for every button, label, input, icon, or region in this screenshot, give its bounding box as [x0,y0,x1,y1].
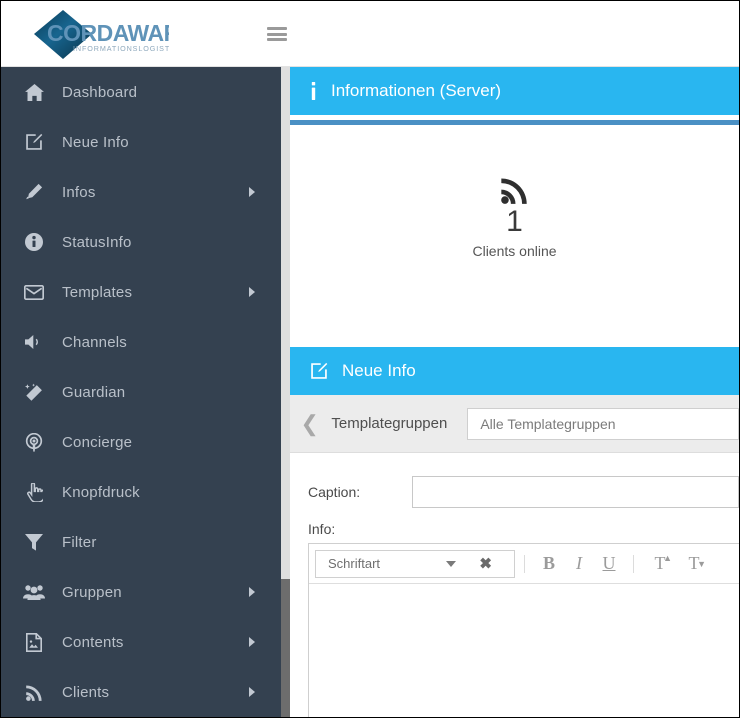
templategruppen-label: Templategruppen [331,415,448,432]
underline-button[interactable]: U [594,549,624,579]
panel-title: Informationen (Server) [331,81,502,100]
cordaware-logo[interactable]: CORDAWARE INFORMATIONSLOGISTIK [29,7,169,63]
sidebar-item-infos[interactable]: Infos [1,167,281,217]
info-icon [310,82,317,100]
clients-online-count: 1 [506,205,523,238]
users-icon [21,580,47,604]
toolbar-separator [633,554,634,573]
rich-text-editor: Schriftart ✖ B I U T ▲ T ▼ [308,543,739,717]
sidebar-label: Dashboard [62,83,138,101]
font-family-select[interactable]: Schriftart ✖ [315,549,515,578]
edit-square-icon [310,362,328,380]
font-family-placeholder: Schriftart [328,556,381,571]
chevron-right-icon [249,687,255,697]
sidebar-scrollbar-thumb[interactable] [281,67,290,579]
funnel-icon [21,530,47,554]
bold-glyph: B [542,553,555,573]
caption-label: Caption: [308,484,361,500]
chevron-right-icon [249,587,255,597]
arrow-down-icon: ▼ [697,558,706,569]
top-bar: CORDAWARE INFORMATIONSLOGISTIK [1,1,739,67]
neue-info-header: Neue Info [290,347,739,395]
editor-toolbar: Schriftart ✖ B I U T ▲ T ▼ [309,544,739,584]
sidebar-item-clients[interactable]: Clients [1,667,281,717]
editor-content-area[interactable] [309,584,739,717]
hamburger-bar-3 [267,38,287,41]
informationen-server-panel: Informationen (Server) 1 Clients online [290,67,739,329]
sidebar-item-contents[interactable]: Contents [1,617,281,667]
sidebar-label: Neue Info [62,133,129,151]
sidebar-label: Contents [62,633,124,651]
sidebar-item-dashboard[interactable]: Dashboard [1,67,281,117]
podcast-icon [21,430,47,454]
sidebar-label: Infos [62,183,96,201]
svg-text:CORDAWARE: CORDAWARE [47,20,169,46]
info-circle-icon [21,230,47,254]
clients-online-label: Clients online [472,242,557,259]
sidebar-label: Gruppen [62,583,122,601]
application-window: CORDAWARE INFORMATIONSLOGISTIK Dashboard [0,0,740,718]
sidebar-label: StatusInfo [62,233,132,251]
edit-square-icon [21,130,47,154]
sidebar-item-concierge[interactable]: Concierge [1,417,281,467]
pencil-icon [21,180,47,204]
menu-toggle-button[interactable] [267,25,289,43]
sidebar-item-gruppen[interactable]: Gruppen [1,567,281,617]
chevron-down-icon[interactable] [446,560,456,567]
templategruppen-selected-value: Alle Templategruppen [480,415,616,432]
speaker-icon [21,330,47,354]
envelope-icon [21,280,47,304]
sidebar-label: Filter [62,533,97,551]
caption-input[interactable] [412,476,739,508]
decrease-font-button[interactable]: T ▼ [677,549,711,579]
sidebar-item-filter[interactable]: Filter [1,517,281,567]
underline-glyph: U [602,553,616,573]
hamburger-bar-2 [267,32,287,36]
sidebar-label: Concierge [62,433,133,451]
hand-pointer-icon [21,480,47,504]
increase-font-button[interactable]: T ▲ [643,549,677,579]
clients-online-block: 1 Clients online [290,129,739,329]
info-progress-bar [290,120,739,125]
bold-button[interactable]: B [534,549,564,579]
chevron-right-icon [249,287,255,297]
home-icon [21,80,47,104]
italic-button[interactable]: I [564,549,594,579]
main-content: Informationen (Server) 1 Clients online [290,67,739,717]
rss-icon [21,680,47,704]
panel-title: Neue Info [342,361,416,380]
neue-info-panel: Neue Info ❮ Templategruppen Alle Templat… [290,347,739,717]
sidebar-label: Clients [62,683,110,701]
image-file-icon [21,630,47,654]
chevron-right-icon [249,187,255,197]
sidebar-item-neue-info[interactable]: Neue Info [1,117,281,167]
chevron-left-icon[interactable]: ❮ [298,411,321,437]
templategruppen-row: ❮ Templategruppen Alle Templategruppen [290,395,739,453]
italic-glyph: I [576,553,582,573]
templategruppen-select[interactable]: Alle Templategruppen [467,407,739,440]
hamburger-bar-1 [267,27,287,30]
svg-text:INFORMATIONSLOGISTIK: INFORMATIONSLOGISTIK [73,44,169,53]
chevron-right-icon [249,637,255,647]
clear-x-icon[interactable]: ✖ [479,556,492,571]
sidebar-navigation: Dashboard Neue Info Infos StatusInfo Tem… [1,67,281,717]
info-field-label: Info: [308,521,336,537]
neue-info-form: Caption: Info: Schriftart ✖ B I U T ▲ T … [290,453,739,717]
sidebar-item-guardian[interactable]: Guardian [1,367,281,417]
magic-wand-icon [21,380,47,404]
rss-signal-icon [500,176,530,204]
sidebar-label: Channels [62,333,127,351]
sidebar-item-knopfdruck[interactable]: Knopfdruck [1,467,281,517]
info-progress-wrapper [290,115,739,129]
sidebar-label: Guardian [62,383,126,401]
caption-row: Caption: [308,471,739,513]
toolbar-separator [524,554,525,573]
sidebar-item-templates[interactable]: Templates [1,267,281,317]
informationen-server-header: Informationen (Server) [290,67,739,115]
arrow-up-icon: ▲ [663,552,672,563]
sidebar-label: Knopfdruck [62,483,140,501]
sidebar-item-channels[interactable]: Channels [1,317,281,367]
sidebar-item-statusinfo[interactable]: StatusInfo [1,217,281,267]
sidebar-label: Templates [62,283,133,301]
